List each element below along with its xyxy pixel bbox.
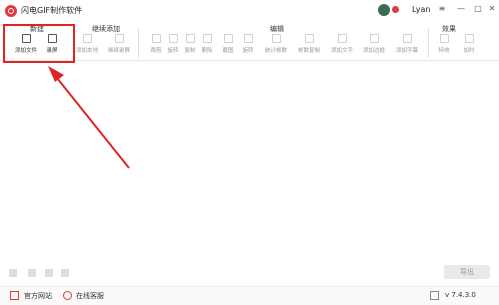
playback-bar [0,262,499,284]
official-website-link[interactable]: 官方网站 [24,291,52,301]
status-bar: 官方网站 在线客服 v 7.4.3.0 [0,286,499,305]
play-icon[interactable] [45,269,53,277]
version-text: v 7.4.3.0 [445,291,476,299]
previous-frame-icon[interactable] [28,269,36,277]
website-icon [10,291,19,300]
export-button[interactable]: 导出 [444,265,490,279]
online-support-link[interactable]: 在线客服 [76,291,104,301]
next-frame-icon[interactable] [61,269,69,277]
support-icon [63,291,72,300]
first-frame-icon[interactable] [9,269,17,277]
annotation-arrow [48,66,130,169]
version-icon [430,291,439,300]
